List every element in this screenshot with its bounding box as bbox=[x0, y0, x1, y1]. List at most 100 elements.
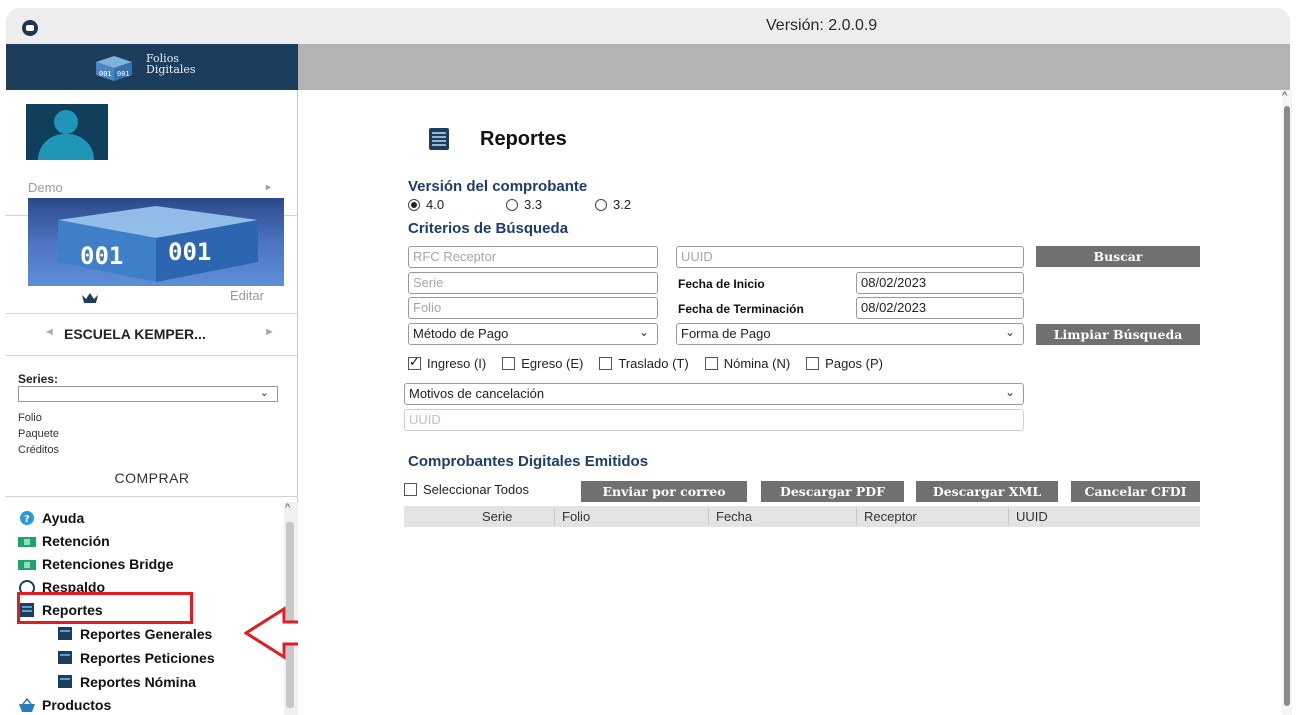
select-all-label: Seleccionar Todos bbox=[423, 482, 529, 497]
report-icon bbox=[429, 128, 449, 150]
buscar-button[interactable]: Buscar bbox=[1036, 246, 1200, 267]
serie-input[interactable]: Serie bbox=[408, 272, 658, 294]
fecha-fin-input[interactable]: 08/02/2023 bbox=[856, 297, 1024, 319]
svg-text:001: 001 bbox=[80, 242, 123, 270]
company-selector: ◄ ESCUELA KEMPER... ► bbox=[6, 314, 298, 356]
radio-version-4-0[interactable]: 4.0 bbox=[408, 197, 444, 212]
help-icon: ? bbox=[20, 511, 34, 525]
forma-pago-select[interactable]: Forma de Pago ⌄ bbox=[676, 323, 1024, 345]
banner-cube-graphic: 001 001 bbox=[58, 206, 258, 282]
logo-cube-icon: 001 001 bbox=[96, 56, 132, 81]
descargar-xml-button[interactable]: Descargar XML bbox=[916, 481, 1058, 502]
version-text: Versión: 2.0.0.9 bbox=[766, 17, 878, 34]
col-uuid[interactable]: UUID bbox=[1016, 509, 1048, 524]
svg-text:001: 001 bbox=[99, 70, 112, 78]
plan-section: Demo ► 001 001 Editar bbox=[6, 174, 298, 314]
tree-label: Retenciones Bridge bbox=[42, 556, 174, 572]
main-header-bar bbox=[298, 44, 1290, 90]
tree-label: Reportes Peticiones bbox=[80, 650, 215, 666]
series-label: Series: bbox=[18, 372, 59, 386]
demo-arrow-icon[interactable]: ► bbox=[264, 182, 273, 192]
enviar-correo-button[interactable]: Enviar por correo bbox=[581, 481, 747, 502]
stat-paquete: Paquete bbox=[18, 428, 59, 440]
app-icon bbox=[22, 20, 38, 36]
company-name: ESCUELA KEMPER... bbox=[64, 326, 206, 342]
basket-icon bbox=[19, 698, 35, 712]
scroll-thumb[interactable] bbox=[1284, 106, 1290, 706]
radio-icon bbox=[595, 198, 607, 211]
page-title: Reportes bbox=[480, 128, 567, 150]
money-icon bbox=[18, 560, 36, 570]
chevron-down-icon: ⌄ bbox=[638, 325, 649, 339]
radio-label: 3.3 bbox=[524, 197, 543, 212]
svg-text:001: 001 bbox=[117, 70, 130, 78]
chk-label: Nómina (N) bbox=[723, 356, 791, 371]
col-receptor[interactable]: Receptor bbox=[864, 509, 917, 524]
tipo-checkboxes: Ingreso (I) Egreso (E) Traslado (T) Nómi… bbox=[408, 354, 899, 371]
criteria-section-title: Criterios de Búsqueda bbox=[408, 220, 569, 237]
radio-icon bbox=[506, 198, 518, 211]
radio-label: 3.2 bbox=[613, 197, 632, 212]
fecha-inicio-input[interactable]: 08/02/2023 bbox=[856, 272, 1024, 294]
main-scrollbar[interactable]: ^ bbox=[1282, 90, 1292, 715]
folio-input[interactable]: Folio bbox=[408, 297, 658, 319]
col-folio[interactable]: Folio bbox=[562, 509, 590, 524]
plan-banner: 001 001 bbox=[28, 198, 284, 286]
select-all-checkbox[interactable]: Seleccionar Todos bbox=[404, 482, 529, 497]
col-serie[interactable]: Serie bbox=[482, 509, 512, 524]
motivos-cancelacion-select[interactable]: Motivos de cancelación ⌄ bbox=[404, 383, 1024, 405]
prev-company-icon[interactable]: ◄ bbox=[44, 326, 55, 338]
tree-label: Retención bbox=[42, 533, 110, 549]
scroll-up-icon[interactable]: ^ bbox=[1282, 90, 1287, 102]
checkbox-icon bbox=[806, 357, 820, 370]
demo-label: Demo bbox=[28, 180, 63, 195]
chk-egreso[interactable]: Egreso (E) bbox=[502, 356, 583, 371]
uuid-input[interactable]: UUID bbox=[676, 246, 1024, 268]
fecha-inicio-label: Fecha de Inicio bbox=[678, 277, 765, 291]
chk-nomina[interactable]: Nómina (N) bbox=[704, 356, 791, 371]
chk-pagos[interactable]: Pagos (P) bbox=[806, 356, 883, 371]
divider bbox=[6, 496, 298, 497]
chk-traslado[interactable]: Traslado (T) bbox=[599, 356, 689, 371]
report-icon bbox=[58, 651, 72, 664]
fecha-fin-label: Fecha de Terminación bbox=[678, 302, 804, 316]
report-icon bbox=[58, 675, 72, 688]
metodo-pago-select[interactable]: Método de Pago ⌄ bbox=[408, 323, 658, 345]
svg-text:?: ? bbox=[24, 514, 30, 525]
descargar-pdf-button[interactable]: Descargar PDF bbox=[761, 481, 904, 502]
highlight-box bbox=[17, 592, 193, 624]
scroll-up-icon[interactable]: ^ bbox=[285, 502, 290, 514]
checkbox-icon bbox=[599, 357, 613, 370]
uuid-cancel-input[interactable]: UUID bbox=[404, 409, 1024, 431]
checkbox-icon bbox=[404, 483, 417, 496]
comprar-button[interactable]: COMPRAR bbox=[6, 470, 298, 486]
tree-label: Productos bbox=[42, 697, 112, 713]
avatar[interactable] bbox=[26, 104, 108, 160]
next-company-icon[interactable]: ► bbox=[264, 326, 275, 338]
crown-icon bbox=[82, 293, 98, 303]
version-section-title: Versión del comprobante bbox=[408, 178, 588, 195]
series-select[interactable]: ⌄ bbox=[18, 386, 278, 402]
radio-version-3-2[interactable]: 3.2 bbox=[595, 197, 631, 212]
col-fecha[interactable]: Fecha bbox=[716, 509, 752, 524]
tree-label: Reportes Nómina bbox=[80, 674, 196, 690]
radio-version-3-3[interactable]: 3.3 bbox=[506, 197, 542, 212]
checkbox-icon bbox=[502, 357, 516, 370]
chk-ingreso[interactable]: Ingreso (I) bbox=[408, 354, 486, 371]
logo-line2: Digitales bbox=[146, 63, 196, 76]
cancelar-cfdi-button[interactable]: Cancelar CFDI bbox=[1071, 481, 1200, 502]
chk-label: Pagos (P) bbox=[825, 356, 883, 371]
report-icon bbox=[58, 627, 72, 640]
edit-link[interactable]: Editar bbox=[230, 288, 264, 303]
tree-label: Ayuda bbox=[42, 510, 85, 526]
logo-bar: 001 001 Folios Digitales bbox=[6, 44, 298, 90]
emitted-section-title: Comprobantes Digitales Emitidos bbox=[408, 453, 649, 470]
tree-label: Reportes Generales bbox=[80, 626, 213, 642]
rfc-receptor-input[interactable]: RFC Receptor bbox=[408, 246, 658, 268]
stat-creditos: Créditos bbox=[18, 444, 59, 456]
window-titlebar: Versión: 2.0.0.9 bbox=[6, 8, 1290, 44]
limpiar-busqueda-button[interactable]: Limpiar Búsqueda bbox=[1036, 324, 1200, 345]
logo-text: Folios Digitales bbox=[146, 53, 196, 75]
radio-label: 4.0 bbox=[426, 197, 445, 212]
radio-icon bbox=[408, 198, 420, 211]
